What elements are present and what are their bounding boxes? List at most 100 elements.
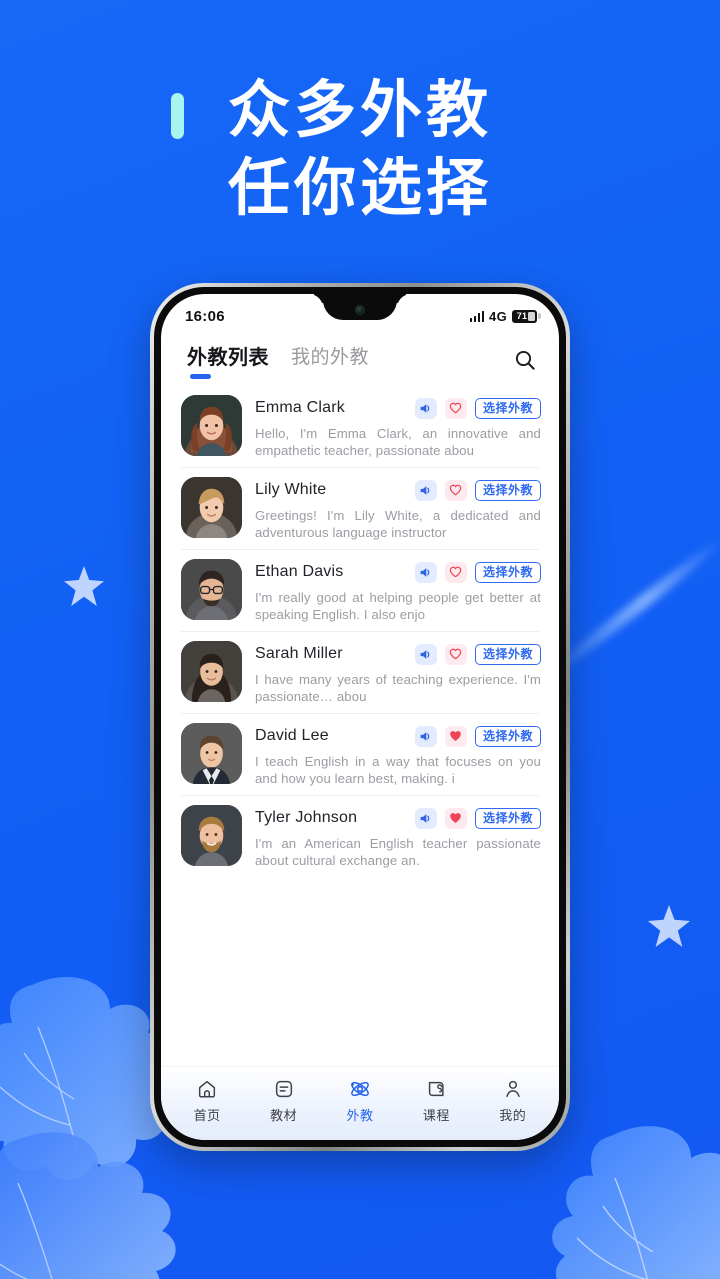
- battery-percent: 71: [516, 311, 528, 321]
- heart-filled-icon: [450, 731, 462, 741]
- card-body: David Lee 选择外教 I teach English in a way …: [242, 723, 541, 787]
- card-body: Sarah Miller 选择外教 I have many years of t…: [242, 641, 541, 705]
- avatar: [181, 641, 242, 702]
- teacher-description: Greetings! I'm Lily White, a dedicated a…: [255, 508, 541, 540]
- heart-outline-icon: [450, 648, 462, 660]
- status-time: 16:06: [185, 307, 225, 325]
- favorite-button[interactable]: [444, 643, 467, 665]
- card-body: Tyler Johnson 选择外教 I'm an American Engli…: [242, 805, 541, 869]
- signal-strength-icon: [469, 310, 485, 322]
- teacher-name: Emma Clark: [255, 399, 346, 416]
- card-body: Lily White 选择外教 Greetings! I'm Lily Whit…: [242, 477, 541, 541]
- search-icon: [515, 350, 535, 370]
- teacher-list: Emma Clark 选择外教 Hello, I'm Emma Clark, a…: [161, 386, 559, 1066]
- avatar: [181, 477, 242, 538]
- avatar-lily-white: [181, 477, 242, 538]
- table-row[interactable]: Tyler Johnson 选择外教 I'm an American Engli…: [161, 796, 559, 878]
- nav-item-home[interactable]: 首页: [175, 1077, 239, 1124]
- card-header: Ethan Davis 选择外教: [255, 559, 541, 585]
- choose-teacher-button[interactable]: 选择外教: [474, 397, 541, 419]
- heart-outline-icon: [450, 484, 462, 496]
- nav-item-course[interactable]: 课程: [404, 1077, 468, 1124]
- speaker-button[interactable]: [414, 725, 437, 747]
- teacher-name: David Lee: [255, 727, 329, 744]
- nav-label-profile: 我的: [499, 1108, 527, 1123]
- nav-item-teachers[interactable]: 外教: [328, 1077, 392, 1124]
- table-row[interactable]: Emma Clark 选择外教 Hello, I'm Emma Clark, a…: [161, 386, 559, 468]
- search-button[interactable]: [513, 348, 537, 372]
- choose-teacher-button[interactable]: 选择外教: [474, 725, 541, 747]
- avatar-david-lee: [181, 723, 242, 784]
- oak-leaf-decoration-right: [552, 1126, 720, 1279]
- tab-teacher-list-label: 外教列表: [187, 347, 269, 369]
- nav-label-textbook: 教材: [270, 1108, 298, 1123]
- table-row[interactable]: David Lee 选择外教 I teach English in a way …: [161, 714, 559, 796]
- favorite-button[interactable]: [444, 479, 467, 501]
- teacher-description: Hello, I'm Emma Clark, an innovative and…: [255, 426, 541, 458]
- avatar-sarah-miller: [181, 641, 242, 702]
- card-header: David Lee 选择外教: [255, 723, 541, 749]
- table-row[interactable]: Lily White 选择外教 Greetings! I'm Lily Whit…: [161, 468, 559, 550]
- speaker-icon: [421, 403, 430, 413]
- tab-teacher-list[interactable]: 外教列表: [187, 341, 269, 379]
- choose-teacher-button[interactable]: 选择外教: [474, 479, 541, 501]
- teacher-name: Ethan Davis: [255, 563, 344, 580]
- nav-item-profile[interactable]: 我的: [481, 1077, 545, 1124]
- speaker-icon: [421, 649, 430, 659]
- table-row[interactable]: Ethan Davis 选择外教 I'm really good at help…: [161, 550, 559, 632]
- card-header: Sarah Miller 选择外教: [255, 641, 541, 667]
- avatar-emma-clark: [181, 395, 242, 456]
- card-header: Emma Clark 选择外教: [255, 395, 541, 421]
- speaker-icon: [421, 567, 430, 577]
- speaker-button[interactable]: [414, 807, 437, 829]
- avatar-ethan-davis: [181, 559, 242, 620]
- choose-teacher-button[interactable]: 选择外教: [474, 643, 541, 665]
- tab-my-teachers[interactable]: 我的外教: [291, 342, 369, 378]
- phone-screen: 16:06 4G 71 外教列表 我的外教 Emma Clark 选择外教 He…: [161, 294, 559, 1140]
- speaker-button[interactable]: [414, 561, 437, 583]
- network-type-label: 4G: [489, 308, 507, 324]
- headline-line-2: 任你选择: [227, 154, 492, 223]
- favorite-button[interactable]: [444, 561, 467, 583]
- tab-my-teachers-label: 我的外教: [291, 347, 370, 368]
- battery-icon: 71: [512, 309, 541, 323]
- nav-label-course: 课程: [422, 1108, 450, 1123]
- favorite-button[interactable]: [444, 397, 467, 419]
- phone-notch: [323, 294, 397, 320]
- nav-label-teachers: 外教: [346, 1108, 374, 1123]
- nav-item-textbook[interactable]: 教材: [252, 1077, 316, 1124]
- front-camera-icon: [355, 304, 365, 315]
- speaker-button[interactable]: [414, 397, 437, 419]
- course-icon: [425, 1077, 447, 1100]
- card-header: Lily White 选择外教: [255, 477, 541, 503]
- star-decoration-right: [648, 905, 690, 947]
- speaker-button[interactable]: [414, 479, 437, 501]
- heart-outline-icon: [450, 402, 462, 414]
- favorite-button[interactable]: [444, 807, 467, 829]
- speaker-button[interactable]: [414, 643, 437, 665]
- phone-mockup: 16:06 4G 71 外教列表 我的外教 Emma Clark 选择外教 He…: [150, 283, 570, 1151]
- bottom-navigation: 首页 教材 外教 课程 我的: [161, 1066, 559, 1140]
- choose-teacher-button[interactable]: 选择外教: [474, 561, 541, 583]
- star-decoration-left: [64, 566, 104, 606]
- status-indicators: 4G 71: [469, 308, 541, 324]
- teacher-description: I'm an American English teacher passiona…: [255, 836, 541, 868]
- heart-outline-icon: [450, 566, 462, 578]
- person-icon: [502, 1077, 524, 1100]
- teacher-description: I teach English in a way that focuses on…: [255, 754, 541, 786]
- phone-bezel: 16:06 4G 71 外教列表 我的外教 Emma Clark 选择外教 He…: [154, 287, 566, 1147]
- choose-teacher-button[interactable]: 选择外教: [474, 807, 541, 829]
- speaker-icon: [421, 813, 430, 823]
- avatar: [181, 805, 242, 866]
- teacher-name: Sarah Miller: [255, 645, 343, 662]
- home-icon: [196, 1077, 218, 1100]
- table-row[interactable]: Sarah Miller 选择外教 I have many years of t…: [161, 632, 559, 714]
- card-header: Tyler Johnson 选择外教: [255, 805, 541, 831]
- favorite-button[interactable]: [444, 725, 467, 747]
- avatar: [181, 559, 242, 620]
- nav-label-home: 首页: [193, 1108, 221, 1123]
- speaker-icon: [421, 731, 430, 741]
- heart-filled-icon: [450, 813, 462, 823]
- book-icon: [273, 1077, 295, 1100]
- teacher-description: I have many years of teaching experience…: [255, 672, 541, 704]
